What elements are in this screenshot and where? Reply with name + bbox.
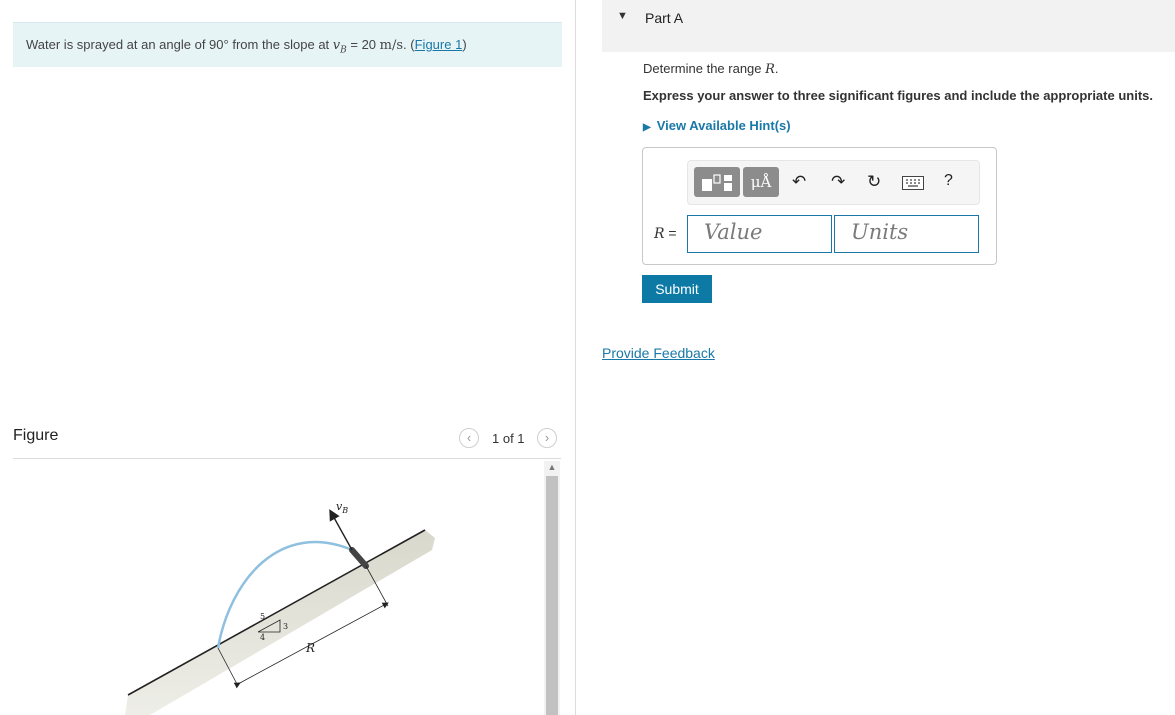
velocity-label: vB <box>336 500 348 515</box>
slope-run-label: 4 <box>260 633 265 642</box>
help-icon[interactable]: ? <box>944 172 953 190</box>
velocity-symbol: vB <box>332 38 347 56</box>
undo-icon[interactable]: ↶ <box>792 172 806 192</box>
range-label: R <box>305 641 315 655</box>
units-button[interactable]: μÅ <box>743 167 779 197</box>
submit-button[interactable]: Submit <box>642 275 712 303</box>
redo-icon[interactable]: ↷ <box>831 172 845 192</box>
nozzle <box>349 547 369 569</box>
value-input[interactable]: Value <box>687 215 832 253</box>
figure-link[interactable]: Figure 1 <box>415 37 463 52</box>
part-title: Part A <box>645 10 684 26</box>
next-figure-button[interactable]: › <box>537 428 557 448</box>
figure-title: Figure <box>13 427 59 444</box>
scrollbar-thumb[interactable] <box>546 476 558 715</box>
figure-diagram: vB R 5 3 4 <box>125 500 435 715</box>
slope-line <box>127 529 426 696</box>
provide-feedback-link[interactable]: Provide Feedback <box>602 345 715 361</box>
scroll-up-icon[interactable]: ▲ <box>546 461 558 473</box>
templates-button[interactable] <box>694 167 740 197</box>
problem-statement: Water is sprayed at an angle of 90° from… <box>13 22 562 67</box>
templates-icon <box>702 174 732 191</box>
panel-divider <box>575 0 576 715</box>
slope-hypotenuse-label: 5 <box>260 612 265 621</box>
units-input[interactable]: Units <box>834 215 979 253</box>
problem-text: Water is sprayed at an angle of 90° from… <box>26 37 467 56</box>
prev-figure-button[interactable]: ‹ <box>459 428 479 448</box>
figure-pager: 1 of 1 <box>492 431 525 446</box>
answer-label: R = <box>654 225 677 242</box>
figure-divider <box>13 458 561 459</box>
chevron-right-icon: › <box>544 430 550 445</box>
keyboard-icon[interactable] <box>902 176 924 195</box>
question-prompt: Determine the range R. <box>643 61 779 77</box>
answer-instructions: Express your answer to three significant… <box>643 88 1153 103</box>
slope-rise-label: 3 <box>283 622 288 631</box>
chevron-left-icon: ‹ <box>466 430 472 445</box>
caret-down-icon[interactable]: ▼ <box>617 10 628 22</box>
caret-right-icon: ▶ <box>643 122 651 133</box>
reset-icon[interactable]: ↻ <box>867 172 881 192</box>
view-hints-link[interactable]: ▶ View Available Hint(s) <box>643 118 791 133</box>
part-header[interactable] <box>602 0 1175 52</box>
